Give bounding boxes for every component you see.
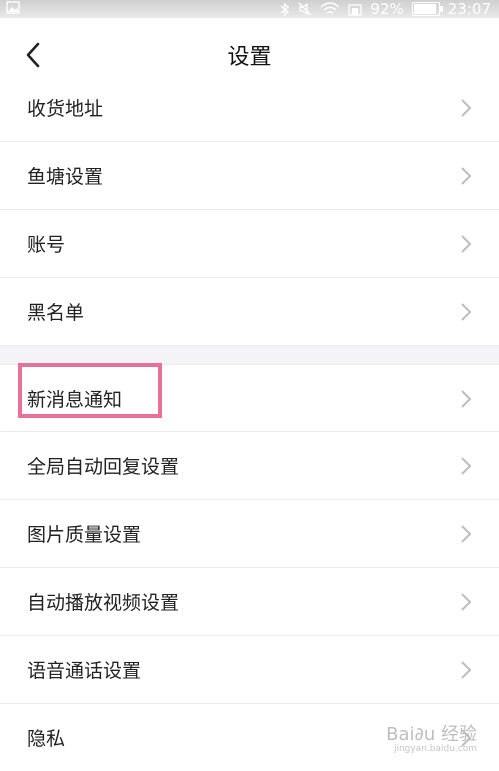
- mute-icon: [298, 2, 312, 16]
- signal-icon: [348, 4, 363, 16]
- watermark-text: Bai∂u 经验: [386, 724, 477, 745]
- bluetooth-icon: [280, 1, 290, 17]
- image-icon: [6, 1, 20, 14]
- settings-item-label: 账号: [27, 234, 66, 256]
- settings-item-pond[interactable]: 鱼塘设置: [0, 142, 499, 210]
- chevron-right-icon: [461, 457, 472, 475]
- chevron-right-icon: [461, 661, 472, 679]
- battery-percent: 92%: [370, 0, 404, 18]
- clock: 23:07: [447, 0, 491, 18]
- settings-item-label: 语音通话设置: [27, 660, 142, 682]
- chevron-right-icon: [461, 167, 472, 185]
- chevron-right-icon: [461, 593, 472, 611]
- settings-list: 收货地址 鱼塘设置 账号 黑名单 新消息通知 全局自动回复设置 图片质量设置 自…: [0, 74, 499, 771]
- settings-item-auto-reply[interactable]: 全局自动回复设置: [0, 432, 499, 500]
- status-bar: 92% 23:07: [0, 0, 499, 18]
- settings-item-blacklist[interactable]: 黑名单: [0, 278, 499, 346]
- chevron-right-icon: [461, 235, 472, 253]
- chevron-right-icon: [461, 99, 472, 117]
- chevron-right-icon: [461, 303, 472, 321]
- settings-item-address[interactable]: 收货地址: [0, 74, 499, 142]
- settings-item-account[interactable]: 账号: [0, 210, 499, 278]
- settings-item-voice-call[interactable]: 语音通话设置: [0, 636, 499, 704]
- battery-fill: [413, 4, 436, 14]
- watermark: Bai∂u 经验 jingyan.baidu.com: [386, 720, 477, 754]
- settings-item-label: 自动播放视频设置: [27, 592, 180, 614]
- wifi-icon: [320, 2, 340, 14]
- settings-item-image-quality[interactable]: 图片质量设置: [0, 500, 499, 568]
- settings-item-label: 收货地址: [27, 98, 104, 120]
- settings-item-notifications[interactable]: 新消息通知: [0, 363, 499, 432]
- chevron-right-icon: [461, 390, 472, 408]
- settings-item-label: 全局自动回复设置: [27, 456, 180, 478]
- settings-item-label: 鱼塘设置: [27, 166, 104, 188]
- settings-item-autoplay-video[interactable]: 自动播放视频设置: [0, 568, 499, 636]
- battery-icon: [411, 2, 443, 16]
- settings-item-label: 图片质量设置: [27, 524, 142, 546]
- settings-item-label: 黑名单: [27, 302, 85, 324]
- chevron-right-icon: [461, 525, 472, 543]
- settings-item-label: 新消息通知: [27, 389, 123, 411]
- page-title: 设置: [227, 45, 272, 70]
- watermark-url: jingyan.baidu.com: [393, 744, 477, 754]
- settings-item-label: 隐私: [27, 728, 66, 750]
